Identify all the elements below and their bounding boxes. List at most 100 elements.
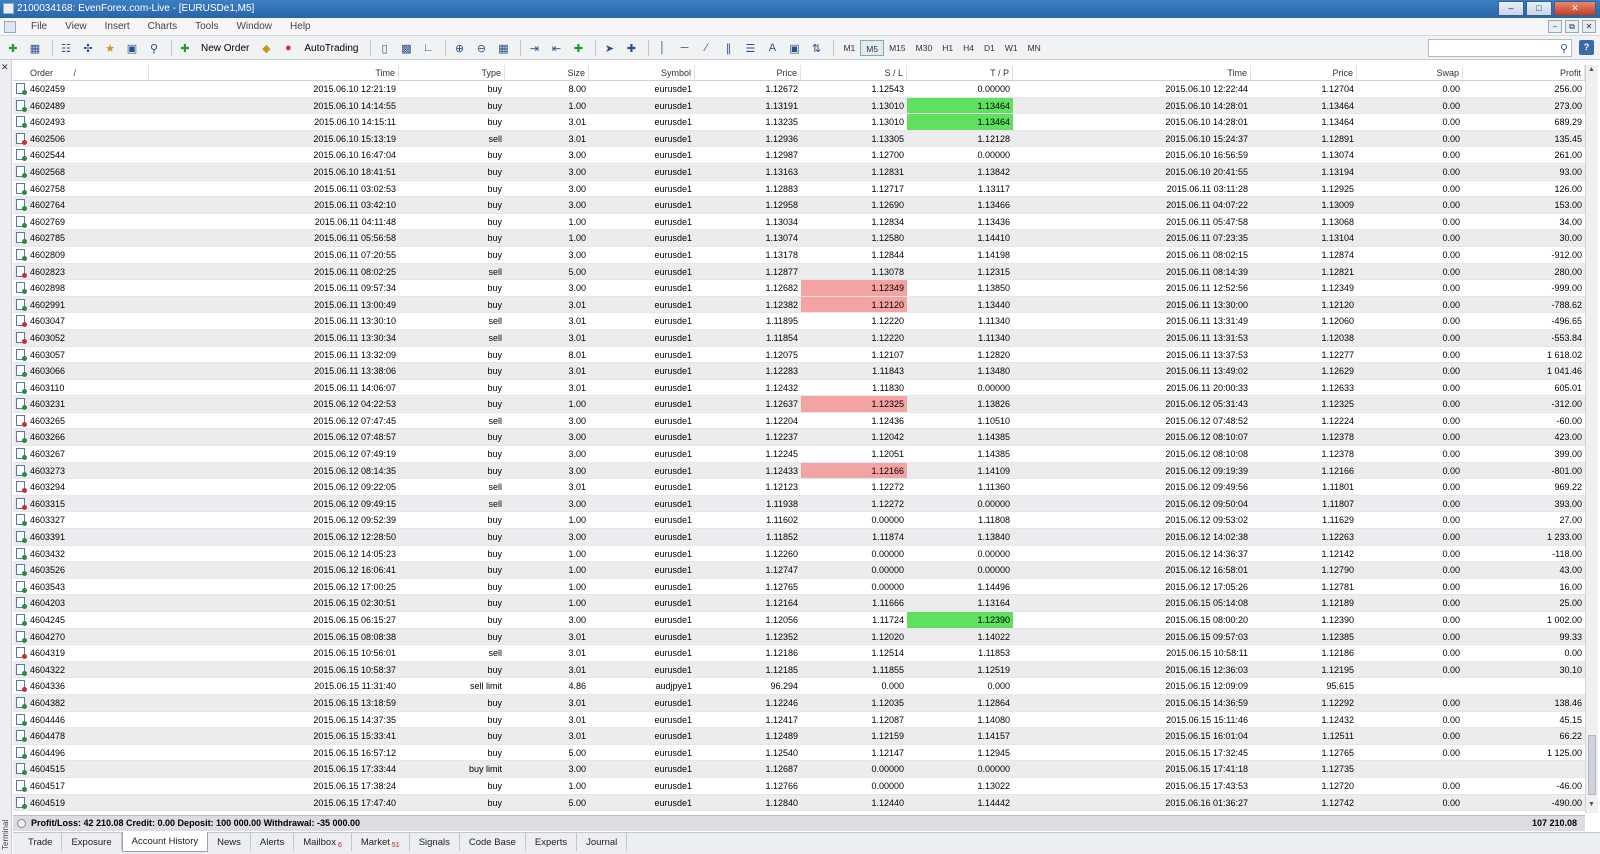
new-order-button[interactable]: New Order (201, 43, 249, 54)
table-row[interactable]: 4604446 2015.06.15 14:37:35 buy 3.01 eurusde… (13, 711, 1585, 729)
table-row[interactable]: 4603543 2015.06.12 17:00:25 buy 1.00 eurusde… (13, 578, 1585, 596)
mdi-close-button[interactable]: ✕ (1582, 20, 1596, 33)
table-row[interactable]: 4604519 2015.06.15 17:47:40 buy 5.00 eurusde… (13, 794, 1585, 812)
col-profit-header[interactable]: Profit (1463, 65, 1585, 80)
search-icon[interactable]: ⚲ (1560, 42, 1568, 55)
vertical-scrollbar[interactable]: ▲ ▼ (1585, 65, 1598, 813)
menu-charts[interactable]: Charts (139, 21, 186, 32)
table-row[interactable]: 4603110 2015.06.11 14:06:07 buy 3.01 eurusde… (13, 379, 1585, 397)
table-row[interactable]: 4602991 2015.06.11 13:00:49 buy 3.01 eurusde… (13, 296, 1585, 314)
menu-window[interactable]: Window (227, 21, 281, 32)
bar-chart-icon[interactable]: ▯ (375, 39, 393, 57)
table-row[interactable]: 4602506 2015.06.10 15:13:19 sell 3.01 eurusd… (13, 130, 1585, 148)
minimize-button[interactable]: – (1498, 1, 1524, 16)
table-row[interactable]: 4603391 2015.06.12 12:28:50 buy 3.00 eurusde… (13, 529, 1585, 546)
col-sl-header[interactable]: S / L (801, 65, 907, 80)
col-close-price-header[interactable]: Price (1251, 65, 1357, 80)
tab-trade[interactable]: Trade (19, 833, 63, 851)
table-row[interactable]: 4602568 2015.06.10 18:41:51 buy 3.00 eurusde… (13, 163, 1585, 181)
timeframe-m15[interactable]: M15 (884, 40, 911, 56)
table-row[interactable]: 4603526 2015.06.12 16:06:41 buy 1.00 eurusde… (13, 562, 1585, 579)
menu-view[interactable]: View (56, 21, 96, 32)
close-terminal-icon[interactable]: ✕ (1, 62, 9, 73)
text-icon[interactable]: A (763, 39, 781, 57)
new-chart-icon[interactable]: ✚ (4, 39, 22, 57)
timeframe-m1[interactable]: M1 (838, 40, 860, 56)
autotrading-icon[interactable]: ● (279, 39, 297, 57)
channel-icon[interactable]: ∥ (719, 39, 737, 57)
scroll-up-icon[interactable]: ▲ (1588, 66, 1595, 73)
table-row[interactable]: 4602758 2015.06.11 03:02:53 buy 3.00 eurusde… (13, 180, 1585, 198)
market-watch-icon[interactable]: ☷ (57, 39, 75, 57)
table-row[interactable]: 4603294 2015.06.12 09:22:05 sell 3.01 eurusd… (13, 479, 1585, 496)
table-row[interactable]: 4602785 2015.06.11 05:56:58 buy 1.00 eurusde… (13, 230, 1585, 247)
col-price-header[interactable]: Price (695, 65, 801, 80)
timeframe-h4[interactable]: H4 (958, 40, 979, 56)
table-row[interactable]: 4603265 2015.06.12 07:47:45 sell 3.00 eurusd… (13, 412, 1585, 430)
vertical-line-icon[interactable]: │ (653, 39, 671, 57)
table-row[interactable]: 4602769 2015.06.11 04:11:48 buy 1.00 eurusde… (13, 213, 1585, 231)
menu-insert[interactable]: Insert (96, 21, 139, 32)
menu-file[interactable]: File (22, 21, 56, 32)
timeframe-mn[interactable]: MN (1023, 40, 1046, 56)
table-row[interactable]: 4603267 2015.06.12 07:49:19 buy 3.00 eurusde… (13, 446, 1585, 463)
table-row[interactable]: 4603327 2015.06.12 09:52:39 buy 1.00 eurusde… (13, 512, 1585, 530)
col-order-header[interactable]: Order / (13, 65, 149, 80)
fibonacci-icon[interactable]: ☰ (741, 39, 759, 57)
document-menu-icon[interactable] (4, 20, 16, 33)
table-row[interactable]: 4603315 2015.06.12 09:49:15 sell 3.00 eurusd… (13, 495, 1585, 513)
text-label-icon[interactable]: ▣ (785, 39, 803, 57)
col-close-time-header[interactable]: Time (1013, 65, 1251, 80)
tab-exposure[interactable]: Exposure (62, 833, 122, 851)
horizontal-line-icon[interactable]: ─ (675, 39, 693, 57)
menu-help[interactable]: Help (281, 21, 320, 32)
candlestick-icon[interactable]: ▩ (397, 39, 415, 57)
tab-signals[interactable]: Signals (410, 833, 460, 851)
search-input[interactable] (1429, 40, 1549, 56)
col-symbol-header[interactable]: Symbol (589, 65, 695, 80)
tab-mailbox[interactable]: Mailbox 6 (294, 833, 352, 851)
col-type-header[interactable]: Type (399, 65, 505, 80)
table-row[interactable]: 4602489 2015.06.10 14:14:55 buy 1.00 eurusde… (13, 97, 1585, 115)
table-row[interactable]: 4602544 2015.06.10 16:47:04 buy 3.00 eurusde… (13, 147, 1585, 164)
close-button[interactable]: ✕ (1554, 1, 1596, 16)
table-row[interactable]: 4604245 2015.06.15 06:15:27 buy 3.00 eurusde… (13, 612, 1585, 629)
table-row[interactable]: 4604496 2015.06.15 16:57:12 buy 5.00 eurusde… (13, 744, 1585, 762)
profiles-icon[interactable]: ▦ (26, 39, 44, 57)
crosshair-icon[interactable]: ✚ (622, 39, 640, 57)
scroll-thumb[interactable] (1588, 735, 1596, 795)
help-icon[interactable]: ? (1579, 40, 1594, 55)
tab-alerts[interactable]: Alerts (251, 833, 295, 851)
table-row[interactable]: 4604478 2015.06.15 15:33:41 buy 3.01 eurusde… (13, 728, 1585, 745)
timeframe-h1[interactable]: H1 (937, 40, 958, 56)
col-time-header[interactable]: Time (149, 65, 399, 80)
auto-scroll-icon[interactable]: ⇥ (525, 39, 543, 57)
table-row[interactable]: 4602459 2015.06.10 12:21:19 buy 8.00 eurusde… (13, 81, 1585, 98)
table-row[interactable]: 4603066 2015.06.11 13:38:06 buy 3.01 eurusde… (13, 363, 1585, 380)
maximize-button[interactable]: □ (1526, 1, 1552, 16)
tab-experts[interactable]: Experts (526, 833, 578, 851)
metaeditor-icon[interactable]: ◆ (257, 39, 275, 57)
trendline-icon[interactable]: ∕ (697, 39, 715, 57)
autotrading-button[interactable]: AutoTrading (304, 43, 358, 54)
table-row[interactable]: 4604515 2015.06.15 17:33:44 buy limit 3.00 e… (13, 761, 1585, 778)
table-row[interactable]: 4603057 2015.06.11 13:32:09 buy 8.01 eurusde… (13, 346, 1585, 364)
tab-code-base[interactable]: Code Base (460, 833, 526, 851)
mdi-restore-button[interactable]: ⧉ (1565, 20, 1579, 33)
table-row[interactable]: 4602493 2015.06.10 14:15:11 buy 3.01 eurusde… (13, 114, 1585, 131)
terminal-icon[interactable]: ▣ (123, 39, 141, 57)
table-row[interactable]: 4604319 2015.06.15 10:56:01 sell 3.01 eurusd… (13, 645, 1585, 662)
col-tp-header[interactable]: T / P (907, 65, 1013, 80)
line-chart-icon[interactable]: ∟ (419, 39, 437, 57)
scroll-down-icon[interactable]: ▼ (1588, 801, 1595, 808)
table-row[interactable]: 4604517 2015.06.15 17:38:24 buy 1.00 eurusde… (13, 777, 1585, 795)
new-order-icon[interactable]: ✚ (176, 39, 194, 57)
table-row[interactable]: 4603273 2015.06.12 08:14:35 buy 3.00 eurusde… (13, 462, 1585, 480)
table-row[interactable]: 4604270 2015.06.15 08:08:38 buy 3.01 eurusde… (13, 628, 1585, 646)
arrows-icon[interactable]: ⇅ (807, 39, 825, 57)
strategy-tester-icon[interactable]: ⚲ (145, 39, 163, 57)
indicators-icon[interactable]: ✚ (569, 39, 587, 57)
timeframe-w1[interactable]: W1 (1000, 40, 1023, 56)
table-row[interactable]: 4603432 2015.06.12 14:05:23 buy 1.00 eurusde… (13, 545, 1585, 563)
menu-tools[interactable]: Tools (186, 21, 227, 32)
